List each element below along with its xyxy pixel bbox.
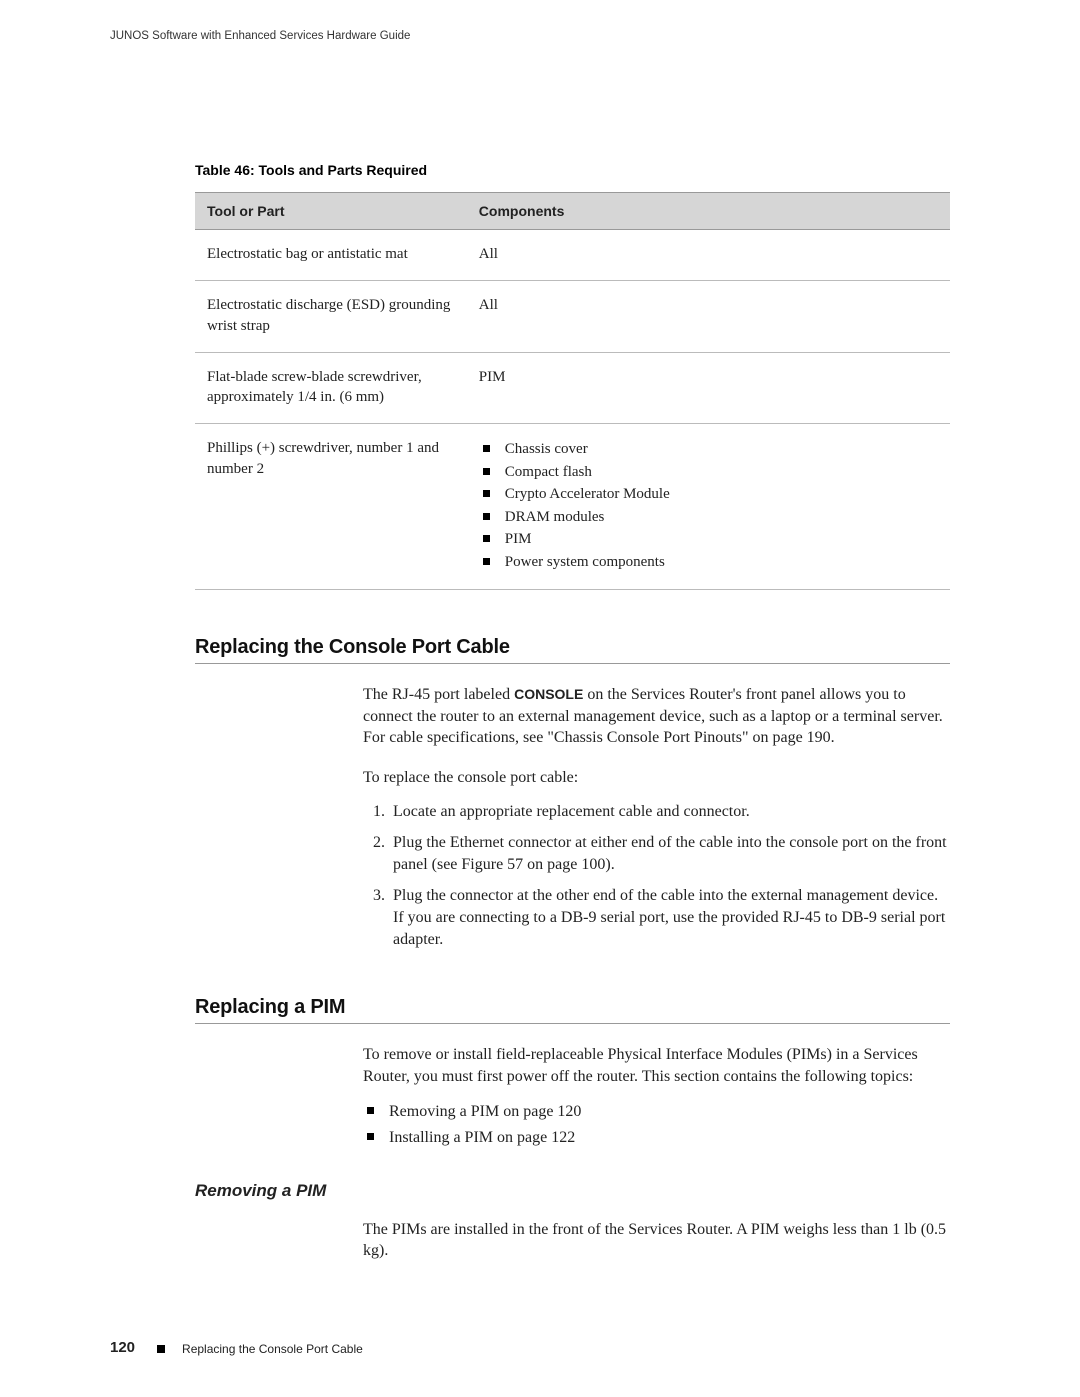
paragraph: The PIMs are installed in the front of t… <box>363 1219 950 1262</box>
list-item: Power system components <box>479 551 938 574</box>
list-item: Plug the Ethernet connector at either en… <box>389 832 950 875</box>
list-item: Chassis cover <box>479 438 938 461</box>
list-item: Plug the connector at the other end of t… <box>389 885 950 950</box>
table-row: Flat-blade screw-blade screwdriver, appr… <box>195 352 950 424</box>
cell-comp: All <box>467 230 950 281</box>
list-item: Removing a PIM on page 120 <box>363 1099 950 1125</box>
section2-body: To remove or install field-replaceable P… <box>363 1044 950 1150</box>
section-heading-pim: Replacing a PIM <box>195 996 950 1019</box>
text: The RJ-45 port labeled <box>363 686 514 703</box>
list-item: Crypto Accelerator Module <box>479 483 938 506</box>
subsection-body: The PIMs are installed in the front of t… <box>363 1219 950 1262</box>
cell-tool: Flat-blade screw-blade screwdriver, appr… <box>195 352 467 424</box>
square-bullet-icon <box>157 1345 165 1353</box>
page: JUNOS Software with Enhanced Services Ha… <box>0 0 1080 1397</box>
list-item: Locate an appropriate replacement cable … <box>389 801 950 823</box>
cell-comp: PIM <box>467 352 950 424</box>
cell-tool: Phillips (+) screwdriver, number 1 and n… <box>195 424 467 590</box>
running-header: JUNOS Software with Enhanced Services Ha… <box>110 30 960 42</box>
section-heading-console: Replacing the Console Port Cable <box>195 636 950 659</box>
col-header-tool: Tool or Part <box>195 193 467 230</box>
page-number: 120 <box>110 1339 135 1356</box>
section1-body: The RJ-45 port labeled CONSOLE on the Se… <box>363 684 950 950</box>
paragraph: The RJ-45 port labeled CONSOLE on the Se… <box>363 684 950 749</box>
cell-tool: Electrostatic discharge (ESD) grounding … <box>195 281 467 353</box>
cell-comp: All <box>467 281 950 353</box>
page-footer: 120 Replacing the Console Port Cable <box>110 1339 363 1357</box>
paragraph: To remove or install field-replaceable P… <box>363 1044 950 1087</box>
paragraph: To replace the console port cable: <box>363 767 950 789</box>
subsection-heading: Removing a PIM <box>195 1181 950 1201</box>
table-caption: Table 46: Tools and Parts Required <box>195 162 950 178</box>
topics-list: Removing a PIM on page 120 Installing a … <box>363 1099 950 1150</box>
main-content: Table 46: Tools and Parts Required Tool … <box>195 162 950 1262</box>
cell-comp: Chassis cover Compact flash Crypto Accel… <box>467 424 950 590</box>
table-row: Electrostatic discharge (ESD) grounding … <box>195 281 950 353</box>
footer-text: Replacing the Console Port Cable <box>182 1342 363 1356</box>
components-list: Chassis cover Compact flash Crypto Accel… <box>479 438 938 573</box>
list-item: Compact flash <box>479 461 938 484</box>
section-rule <box>195 1023 950 1024</box>
cell-tool: Electrostatic bag or antistatic mat <box>195 230 467 281</box>
steps-list: Locate an appropriate replacement cable … <box>363 801 950 951</box>
col-header-components: Components <box>467 193 950 230</box>
list-item: DRAM modules <box>479 506 938 529</box>
bold-text: CONSOLE <box>514 686 583 702</box>
section-rule <box>195 663 950 664</box>
list-item: Installing a PIM on page 122 <box>363 1125 950 1151</box>
list-item: PIM <box>479 528 938 551</box>
tools-table: Tool or Part Components Electrostatic ba… <box>195 192 950 590</box>
table-row: Electrostatic bag or antistatic mat All <box>195 230 950 281</box>
table-row: Phillips (+) screwdriver, number 1 and n… <box>195 424 950 590</box>
